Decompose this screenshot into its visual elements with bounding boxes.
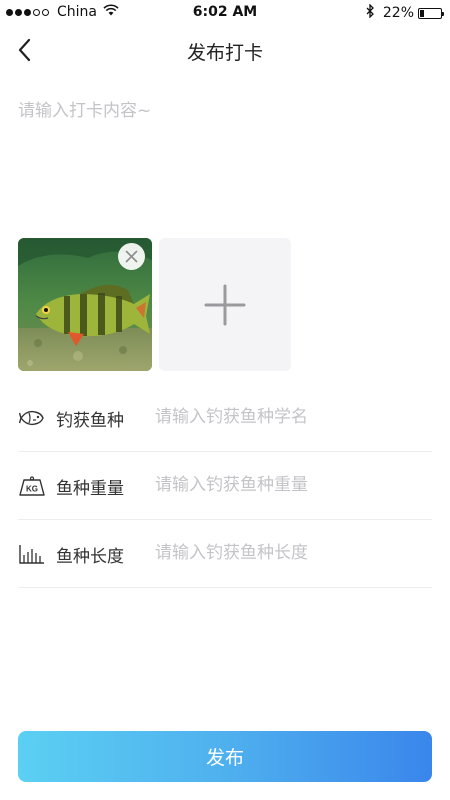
publish-button[interactable]: 发布 [18,731,432,782]
status-bar: China 6:02 AM 22% [0,0,450,26]
fish-icon [18,406,46,430]
fish-weight-row: KG 鱼种重量 [18,452,432,520]
fish-species-label: 钓获鱼种 [56,411,124,431]
weight-kg-icon: KG [18,474,46,498]
add-photo-button[interactable] [159,238,291,371]
fish-weight-input[interactable] [155,470,425,500]
battery-icon [418,7,444,19]
bluetooth-icon [366,3,375,22]
remove-photo-button[interactable] [118,243,145,270]
fish-length-row: 鱼种长度 [18,520,432,588]
publish-checkin-screen: China 6:02 AM 22% 发布打卡 请输入打卡内容~ 钓获鱼种 请输入… [0,0,450,800]
close-icon [125,250,138,263]
battery-percent: 22% [382,5,414,21]
ruler-icon [18,542,46,566]
checkin-content-input[interactable] [18,96,432,216]
fish-weight-label: 鱼种重量 [56,479,124,499]
fish-species-row: 钓获鱼种 [18,384,432,452]
status-right: 22% [366,3,444,22]
fish-length-label: 鱼种长度 [56,547,124,567]
battery-level [420,9,424,17]
fish-species-input[interactable] [155,402,425,432]
page-title: 发布打卡 [186,42,263,64]
navigation-bar: 发布打卡 [0,26,450,74]
plus-icon [204,284,246,325]
svg-text:KG: KG [26,485,38,494]
fish-length-input[interactable] [155,538,425,568]
